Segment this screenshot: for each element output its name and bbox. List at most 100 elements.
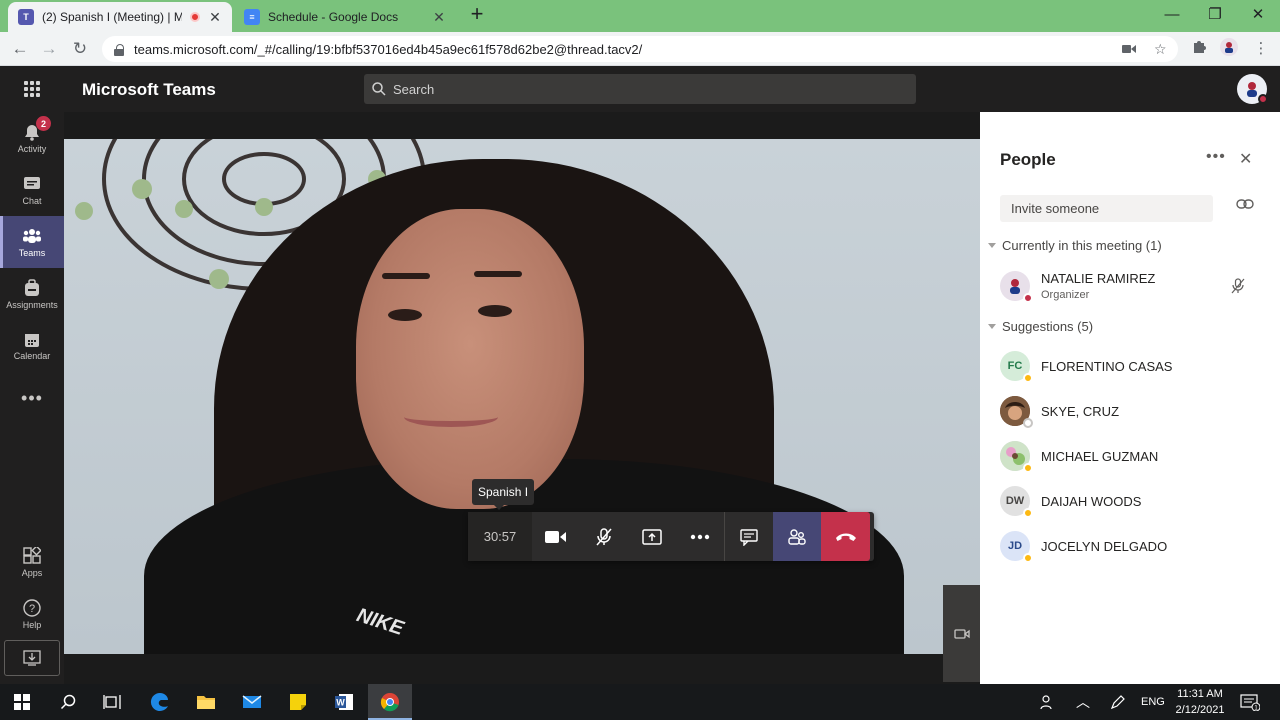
file-explorer-button[interactable] xyxy=(184,684,228,720)
tab-title: (2) Spanish I (Meeting) | Microsoft Team… xyxy=(42,10,182,24)
profile-avatar-icon[interactable] xyxy=(1218,38,1240,60)
start-button[interactable] xyxy=(0,684,44,720)
reload-icon[interactable]: ↻ xyxy=(69,38,91,60)
close-tab-icon[interactable]: ✕ xyxy=(208,9,222,26)
address-bar[interactable]: teams.microsoft.com/_#/calling/19:bfbf53… xyxy=(102,36,1178,62)
away-status-icon xyxy=(1023,463,1033,473)
edge-app-button[interactable] xyxy=(138,684,182,720)
url-text: teams.microsoft.com/_#/calling/19:bfbf53… xyxy=(134,41,643,57)
share-screen-icon xyxy=(642,528,662,545)
copy-link-icon[interactable] xyxy=(1236,199,1254,209)
busy-status-icon xyxy=(1023,293,1033,303)
show-participants-button[interactable] xyxy=(773,512,821,561)
docs-favicon-icon: ≡ xyxy=(244,9,260,25)
section-label: Suggestions (5) xyxy=(1002,319,1094,334)
invite-someone-input[interactable]: Invite someone xyxy=(1000,195,1213,222)
people-panel: People ••• ✕ Invite someone Currently in… xyxy=(980,112,1280,684)
tab-title: Schedule - Google Docs xyxy=(268,10,399,24)
chrome-app-button[interactable] xyxy=(368,684,412,720)
rail-item-activity[interactable]: Activity 2 xyxy=(0,112,64,164)
more-apps-icon[interactable]: ••• xyxy=(0,388,64,409)
close-tab-icon[interactable]: ✕ xyxy=(432,9,446,26)
app-title: Microsoft Teams xyxy=(82,80,216,99)
mic-toggle-button[interactable] xyxy=(580,512,628,561)
chrome-icon xyxy=(380,693,399,712)
mail-app-button[interactable] xyxy=(230,684,274,720)
show-conversation-button[interactable] xyxy=(725,512,773,561)
new-tab-button[interactable]: + xyxy=(466,3,488,26)
chevron-down-icon xyxy=(988,243,996,248)
chevron-down-icon xyxy=(988,324,996,329)
backpack-icon xyxy=(25,278,39,296)
rail-item-help[interactable]: ? Help xyxy=(0,588,64,640)
task-view-button[interactable] xyxy=(90,684,134,720)
back-icon[interactable]: ← xyxy=(9,38,31,60)
sticky-notes-button[interactable] xyxy=(276,684,320,720)
rail-item-calendar[interactable]: Calendar xyxy=(0,320,64,372)
rail-item-apps[interactable]: Apps xyxy=(0,536,64,588)
suggestion-row[interactable]: MICHAEL GUZMAN xyxy=(1000,436,1270,476)
bookmark-star-icon[interactable]: ☆ xyxy=(1154,36,1167,62)
suggestion-row[interactable]: JD JOCELYN DELGADO xyxy=(1000,526,1270,566)
participant-role: Organizer xyxy=(1041,289,1090,301)
suggestions-section-header[interactable]: Suggestions (5) xyxy=(988,319,1093,334)
extensions-puzzle-icon[interactable] xyxy=(1188,38,1210,60)
user-avatar[interactable] xyxy=(1237,74,1268,104)
current-section-header[interactable]: Currently in this meeting (1) xyxy=(988,238,1162,253)
people-tray-icon[interactable] xyxy=(1038,684,1054,720)
app-rail: Activity 2 Chat Teams Assignments Calend… xyxy=(0,112,64,684)
app-launcher-icon[interactable] xyxy=(24,81,40,97)
close-panel-icon[interactable]: ✕ xyxy=(1239,149,1252,169)
download-app-button[interactable] xyxy=(4,640,60,676)
search-input[interactable]: Search xyxy=(364,74,916,104)
teams-header: Microsoft Teams Search xyxy=(0,67,1280,112)
share-screen-button[interactable] xyxy=(628,512,676,561)
rail-item-teams[interactable]: Teams xyxy=(0,216,64,268)
download-icon xyxy=(23,650,41,666)
avatar: FC xyxy=(1000,351,1033,383)
search-icon xyxy=(372,82,386,96)
forward-icon[interactable]: → xyxy=(38,38,60,60)
camera-in-use-icon[interactable] xyxy=(1122,36,1136,62)
participant-name: MICHAEL GUZMAN xyxy=(1041,448,1159,464)
browser-tab-docs[interactable]: ≡ Schedule - Google Docs ✕ xyxy=(234,2,456,32)
participant-video: NIKE xyxy=(64,139,980,654)
rail-item-chat[interactable]: Chat xyxy=(0,164,64,216)
suggestion-row[interactable]: SKYE, CRUZ xyxy=(1000,391,1270,431)
lock-icon xyxy=(114,43,124,56)
camera-toggle-button[interactable] xyxy=(532,512,580,561)
chrome-menu-icon[interactable]: ⋮ xyxy=(1250,38,1272,60)
participant-row[interactable]: NATALIE RAMIREZ Organizer xyxy=(1000,266,1270,306)
word-icon: W xyxy=(335,694,353,710)
participant-name: JOCELYN DELGADO xyxy=(1041,538,1168,554)
browser-tab-teams[interactable]: T (2) Spanish I (Meeting) | Microsoft Te… xyxy=(8,2,232,32)
input-language[interactable]: ENG xyxy=(1141,684,1165,720)
more-actions-button[interactable] xyxy=(676,512,724,561)
pen-workspace-icon[interactable] xyxy=(1110,684,1126,720)
rail-item-assignments[interactable]: Assignments xyxy=(0,268,64,320)
teams-favicon-icon: T xyxy=(18,9,34,25)
windows-taskbar: W ︿ ENG 11:31 AM 2/12/2021 1 xyxy=(0,684,1280,720)
mail-icon xyxy=(242,695,262,708)
taskbar-clock[interactable]: 11:31 AM 2/12/2021 xyxy=(1168,686,1232,718)
svg-text:?: ? xyxy=(29,603,35,615)
maximize-window-icon[interactable]: ❐ xyxy=(1193,0,1237,28)
busy-status-icon xyxy=(1258,94,1268,104)
minimize-window-icon[interactable]: — xyxy=(1150,0,1194,28)
self-video-toggle-button[interactable] xyxy=(943,585,980,682)
word-app-button[interactable]: W xyxy=(322,684,366,720)
suggestion-row[interactable]: FC FLORENTINO CASAS xyxy=(1000,346,1270,386)
action-center-icon[interactable]: 1 xyxy=(1240,684,1260,720)
avatar xyxy=(1000,441,1033,473)
edge-icon xyxy=(150,692,168,711)
participants-icon xyxy=(788,528,806,545)
suggestion-row[interactable]: DW DAIJAH WOODS xyxy=(1000,481,1270,521)
show-hidden-icons-chevron-up-icon[interactable]: ︿ xyxy=(1076,684,1090,720)
close-window-icon[interactable]: ✕ xyxy=(1236,0,1280,28)
section-label: Currently in this meeting (1) xyxy=(1002,238,1162,253)
browser-toolbar: ← → ↻ teams.microsoft.com/_#/calling/19:… xyxy=(0,32,1280,66)
recording-indicator-icon xyxy=(190,12,200,22)
taskbar-search-button[interactable] xyxy=(46,684,90,720)
hang-up-button[interactable] xyxy=(821,512,870,561)
panel-more-options-icon[interactable]: ••• xyxy=(1206,148,1226,166)
